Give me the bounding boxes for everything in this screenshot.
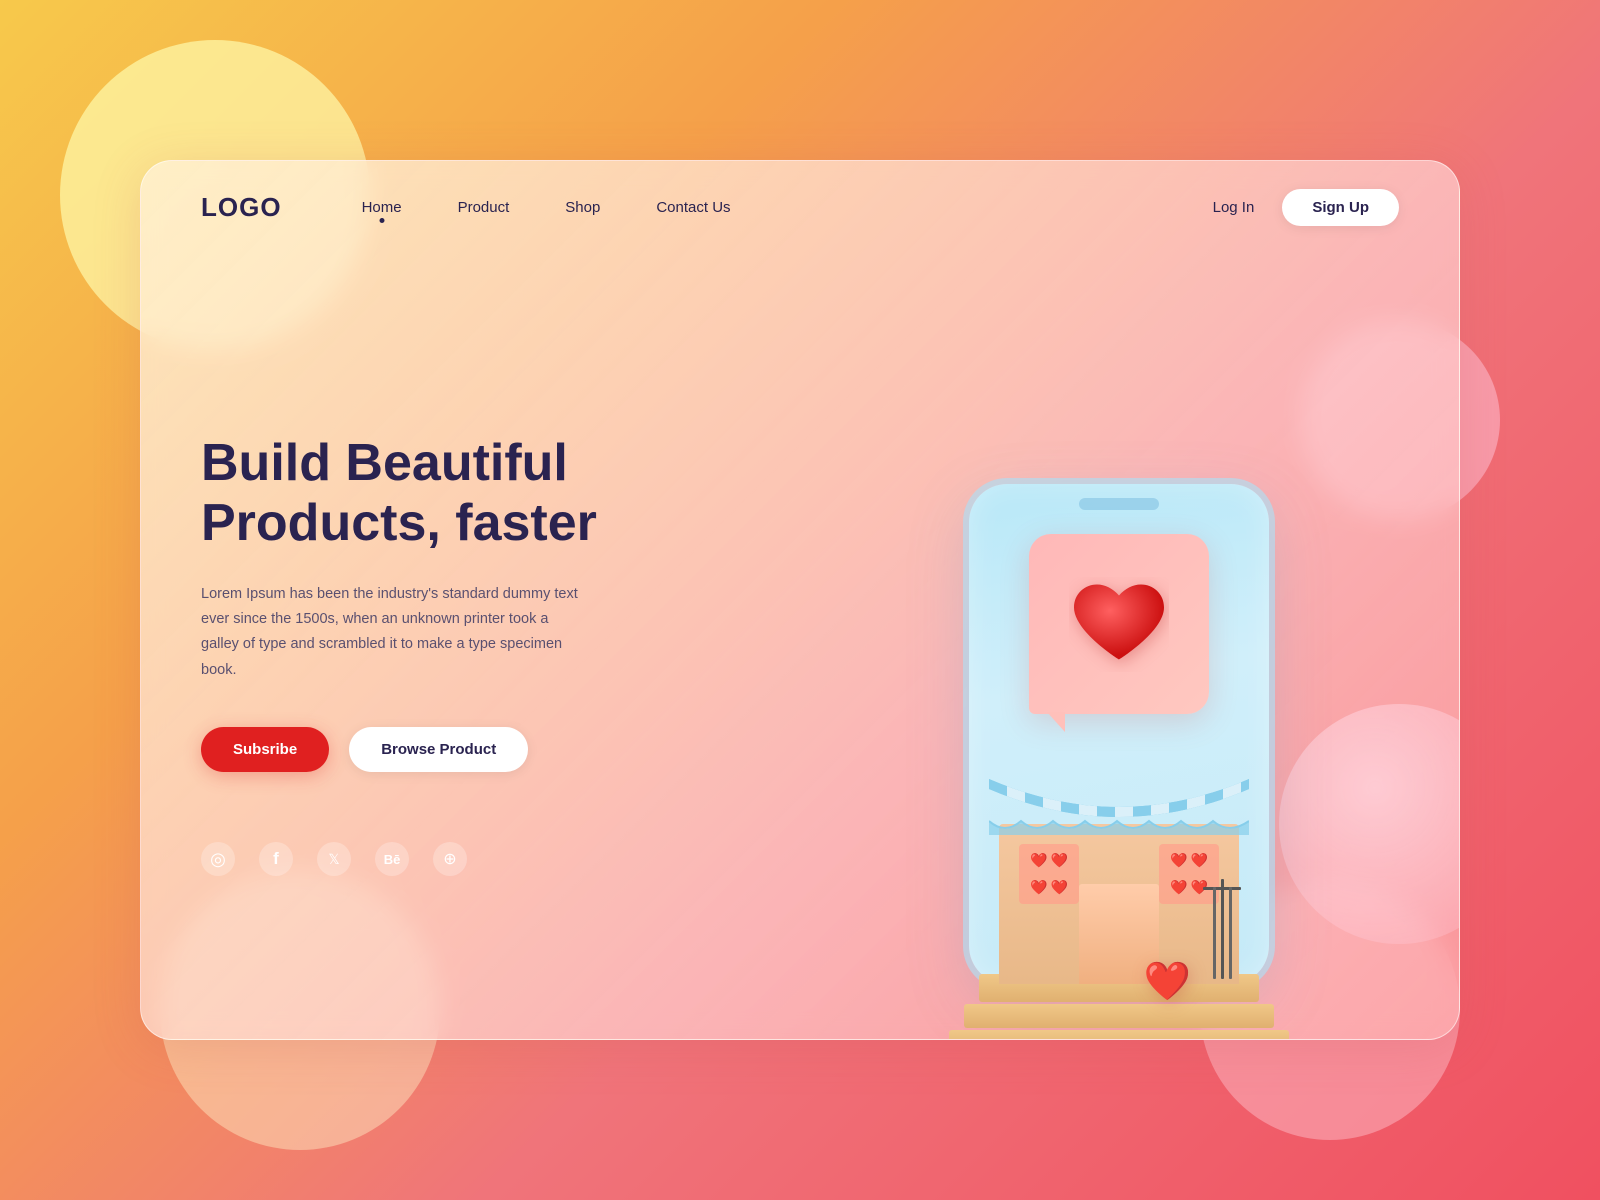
heart-icon — [1069, 577, 1169, 672]
hero-title: Build Beautiful Products, faster — [201, 434, 721, 554]
social-icons — [201, 842, 721, 876]
twitter-icon[interactable] — [317, 842, 351, 876]
nav-links: Home Product Shop Contact Us — [362, 199, 1213, 216]
facebook-icon[interactable] — [259, 842, 293, 876]
hero-description: Lorem Ipsum has been the industry's stan… — [201, 582, 581, 684]
hero-title-line2: Products, faster — [201, 494, 597, 552]
login-button[interactable]: Log In — [1213, 199, 1255, 216]
phone-mockup: ❤️ ❤️ ❤️ ❤️ ❤️ ❤️ ❤️ ❤️ — [879, 484, 1359, 1024]
navbar: LOGO Home Product Shop Contact Us Log In… — [141, 161, 1459, 226]
phone-notch — [1079, 498, 1159, 510]
shop-awning — [989, 779, 1249, 834]
subscribe-button[interactable]: Subsribe — [201, 727, 329, 772]
nav-home[interactable]: Home — [362, 199, 402, 216]
nav-product[interactable]: Product — [458, 199, 510, 216]
step-3 — [949, 1030, 1289, 1040]
signup-button[interactable]: Sign Up — [1282, 189, 1399, 226]
browse-button[interactable]: Browse Product — [349, 727, 528, 772]
nav-actions: Log In Sign Up — [1213, 189, 1399, 226]
hero-section: Build Beautiful Products, faster Lorem I… — [141, 226, 1459, 1024]
main-card: LOGO Home Product Shop Contact Us Log In… — [140, 160, 1460, 1040]
nav-shop[interactable]: Shop — [565, 199, 600, 216]
hero-buttons: Subsribe Browse Product — [201, 727, 721, 772]
railing — [1203, 879, 1231, 979]
logo: LOGO — [201, 192, 282, 223]
heart-bubble — [1029, 534, 1209, 714]
hero-title-line1: Build Beautiful — [201, 434, 568, 492]
nav-contact[interactable]: Contact Us — [656, 199, 730, 216]
shop-window-left: ❤️ ❤️ ❤️ ❤️ — [1019, 844, 1079, 904]
hero-illustration: ❤️ ❤️ ❤️ ❤️ ❤️ ❤️ ❤️ ❤️ — [779, 444, 1459, 1024]
dribbble-icon[interactable] — [433, 842, 467, 876]
step-2 — [964, 1004, 1274, 1028]
hero-left: Build Beautiful Products, faster Lorem I… — [201, 434, 721, 876]
deco-hearts: ❤️ — [1144, 960, 1191, 1004]
instagram-icon[interactable] — [201, 842, 235, 876]
behance-icon[interactable] — [375, 842, 409, 876]
